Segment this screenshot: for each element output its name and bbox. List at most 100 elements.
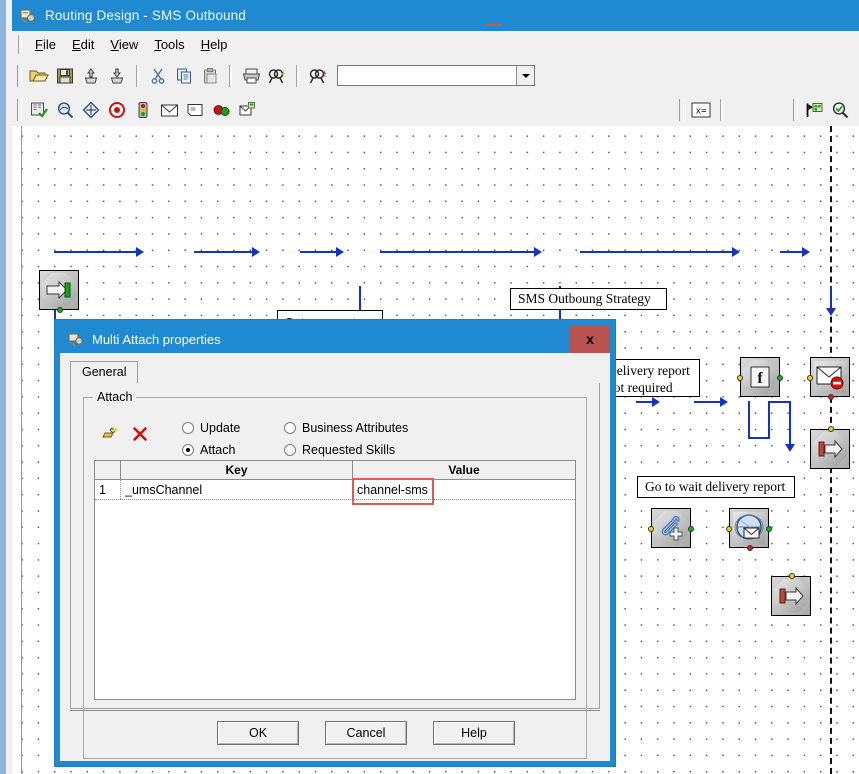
menubar-grip[interactable] bbox=[18, 35, 22, 54]
globe-mail-icon bbox=[733, 512, 765, 544]
cut-icon[interactable] bbox=[146, 64, 170, 88]
copy-icon[interactable] bbox=[172, 64, 196, 88]
attach-plus-icon bbox=[654, 511, 688, 545]
traffic-light-icon[interactable] bbox=[131, 98, 155, 122]
node-wait-mail[interactable] bbox=[726, 508, 772, 551]
radio-attach[interactable] bbox=[182, 444, 194, 456]
ok-button[interactable]: OK bbox=[217, 721, 299, 745]
node-exit-1[interactable] bbox=[810, 426, 850, 469]
port-in-yellow[interactable] bbox=[726, 526, 732, 532]
port-in-yellow[interactable] bbox=[737, 375, 743, 381]
stop-start-icon[interactable] bbox=[209, 98, 233, 122]
menu-item-view[interactable]: View bbox=[102, 34, 146, 56]
port-out-green[interactable] bbox=[777, 375, 783, 381]
menu-item-edit[interactable]: Edit bbox=[64, 34, 102, 56]
toolbar-variables-grip[interactable] bbox=[679, 98, 684, 121]
cancel-button[interactable]: Cancel bbox=[325, 721, 407, 745]
radio-row-business-attributes[interactable]: Business Attributes bbox=[284, 421, 408, 435]
grid-cell-key[interactable]: _umsChannel bbox=[121, 480, 353, 499]
chevron-down-icon[interactable] bbox=[516, 66, 534, 85]
tabpage-general: Attach Update Business Attributes Attach… bbox=[70, 383, 600, 759]
grid-header-key[interactable]: Key bbox=[121, 461, 353, 479]
toolbar-separator-4 bbox=[720, 98, 723, 121]
radio-business-attributes[interactable] bbox=[284, 422, 296, 434]
port-in-yellow[interactable] bbox=[789, 573, 795, 579]
dialog-title: Multi Attach properties bbox=[92, 331, 221, 347]
object-select-input[interactable] bbox=[338, 66, 516, 85]
radio-row-update[interactable]: Update bbox=[182, 421, 240, 435]
radio-requested-skills[interactable] bbox=[284, 444, 296, 456]
window-title: Routing Design - SMS Outbound bbox=[45, 8, 246, 23]
wire-arrow-to-wait bbox=[720, 397, 728, 407]
save-icon[interactable] bbox=[53, 64, 77, 88]
grid-cell-value[interactable]: channel-sms bbox=[352, 478, 575, 505]
variable-icon[interactable]: x= bbox=[689, 98, 713, 122]
port-out-green[interactable] bbox=[688, 526, 694, 532]
print-icon[interactable] bbox=[239, 64, 263, 88]
node-exit-2[interactable] bbox=[771, 573, 811, 616]
node-stop-mail[interactable] bbox=[807, 357, 850, 400]
find-next-icon[interactable] bbox=[306, 64, 330, 88]
validate-check-icon[interactable] bbox=[829, 98, 853, 122]
port-out-green[interactable] bbox=[766, 526, 772, 532]
toolbar-validate-grip[interactable] bbox=[793, 98, 798, 121]
node-entry[interactable] bbox=[39, 270, 79, 313]
wire-wait-to-exit2-h bbox=[768, 401, 791, 403]
exit-arrow-icon bbox=[813, 432, 847, 466]
align-icon[interactable] bbox=[79, 98, 103, 122]
close-icon[interactable]: x bbox=[570, 325, 610, 353]
radio-business-attributes-label: Business Attributes bbox=[302, 421, 409, 435]
label-sms-outbound-strategy: SMS Outboung Strategy bbox=[510, 288, 667, 310]
menu-item-file[interactable]: File bbox=[27, 34, 64, 56]
toolbar-variables: x= bbox=[674, 93, 729, 126]
paste-icon[interactable] bbox=[198, 64, 222, 88]
table-row[interactable]: 1 _umsChannel channel-sms bbox=[95, 478, 575, 505]
toolbar-standard-grip[interactable] bbox=[17, 64, 22, 87]
add-row-icon[interactable] bbox=[102, 426, 120, 447]
node-attach-2[interactable] bbox=[648, 508, 694, 548]
attach-groupbox-title: Attach bbox=[93, 390, 137, 404]
preview-icon[interactable] bbox=[53, 98, 77, 122]
node-function[interactable]: f bbox=[737, 357, 783, 397]
dialog-button-row: OK Cancel Help bbox=[60, 721, 610, 745]
radio-row-attach[interactable]: Attach bbox=[182, 443, 235, 457]
find-icon[interactable] bbox=[265, 64, 289, 88]
port-in-yellow[interactable] bbox=[807, 375, 813, 381]
port-error-red[interactable] bbox=[747, 545, 753, 551]
toolbar-objects-grip[interactable] bbox=[17, 98, 22, 121]
menu-item-tools[interactable]: Tools bbox=[146, 34, 192, 56]
port-error-red[interactable] bbox=[828, 394, 834, 400]
email-icon[interactable] bbox=[157, 98, 181, 122]
port-in-yellow[interactable] bbox=[828, 426, 834, 432]
delete-row-icon[interactable] bbox=[132, 426, 148, 447]
label-go-to-wait: Go to wait delivery report bbox=[637, 476, 795, 498]
radio-row-requested-skills[interactable]: Requested Skills bbox=[284, 443, 395, 457]
grid-header-value[interactable]: Value bbox=[353, 461, 575, 479]
wire-arrow-to-exit2 bbox=[785, 444, 795, 452]
port-out-green[interactable] bbox=[57, 307, 63, 313]
multi-attach-icon[interactable] bbox=[235, 98, 259, 122]
menu-item-help[interactable]: Help bbox=[193, 34, 236, 56]
open-icon[interactable] bbox=[27, 64, 51, 88]
attributes-grid[interactable]: Key Value 1 _umsChannel channel-sms bbox=[94, 460, 576, 700]
port-in-yellow[interactable] bbox=[648, 526, 654, 532]
target-icon[interactable] bbox=[105, 98, 129, 122]
attach-groupbox: Attach Update Business Attributes Attach… bbox=[83, 390, 587, 759]
object-select-combo[interactable] bbox=[337, 65, 535, 86]
wire-arrow-to-function bbox=[732, 247, 740, 257]
radio-update[interactable] bbox=[182, 422, 194, 434]
dialog-tabstrip: General bbox=[70, 361, 600, 385]
wire-menu-to-send bbox=[300, 251, 338, 253]
wire-wait-bottom-left bbox=[748, 437, 770, 439]
upload-icon[interactable] bbox=[79, 64, 103, 88]
toolbar-validate bbox=[788, 93, 854, 126]
note-icon[interactable] bbox=[183, 98, 207, 122]
help-button[interactable]: Help bbox=[433, 721, 515, 745]
wire-arrow-to-stop bbox=[802, 247, 810, 257]
toolbar-objects bbox=[12, 93, 859, 126]
wire-arrow-to-receive bbox=[534, 247, 542, 257]
flag-grid-icon[interactable] bbox=[803, 98, 827, 122]
download-icon[interactable] bbox=[105, 64, 129, 88]
validate-object-icon[interactable] bbox=[27, 98, 51, 122]
tab-general[interactable]: General bbox=[70, 361, 139, 384]
